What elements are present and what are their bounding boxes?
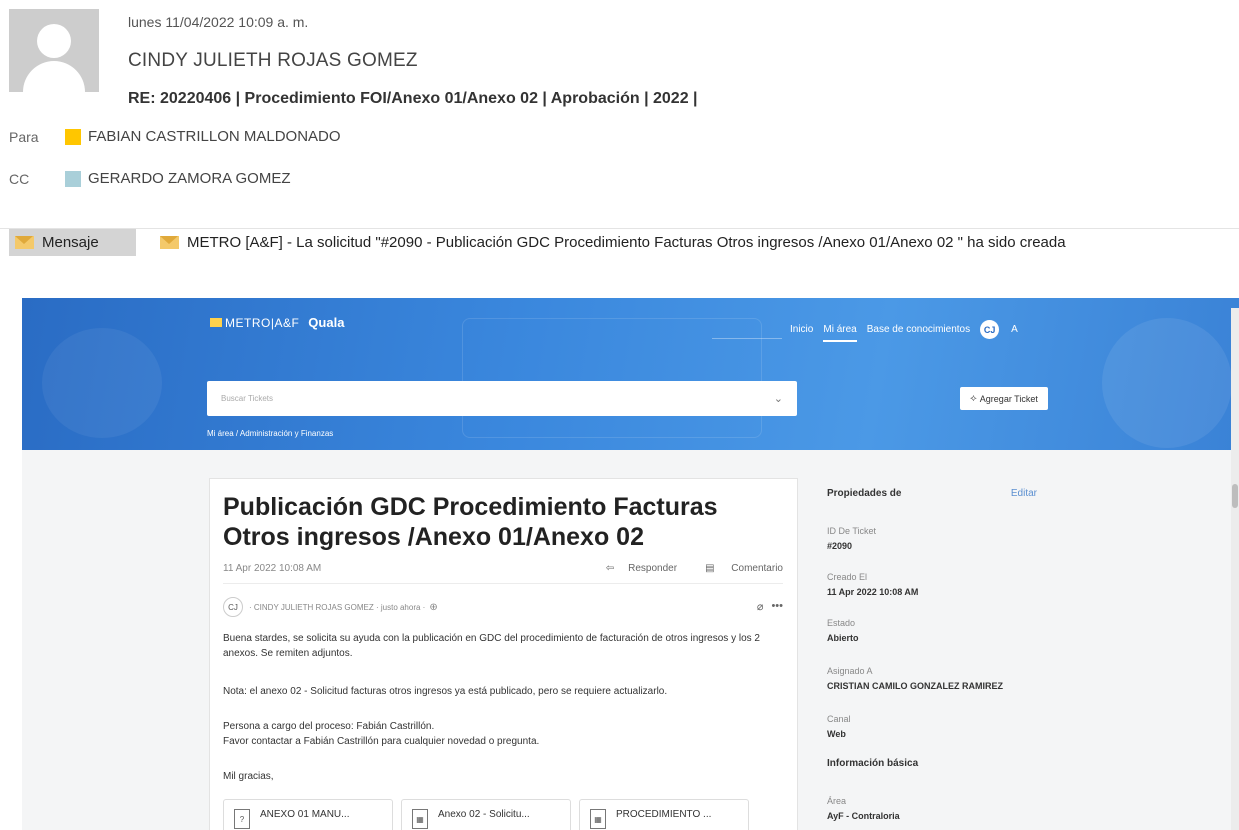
- scrollbar[interactable]: [1231, 308, 1239, 830]
- attachment-file[interactable]: ? ANEXO 01 MANU...: [223, 799, 393, 830]
- reply-label: Responder: [628, 563, 678, 574]
- nav-mi-area[interactable]: Mi área: [823, 324, 857, 342]
- logo-mark-icon: [210, 318, 222, 327]
- attachment-file[interactable]: ▦ Anexo 02 - Solicitu...: [401, 799, 571, 830]
- ticket-body-paragraph: Buena stardes, se solicita su ayuda con …: [223, 633, 760, 659]
- search-placeholder: Buscar Tickets: [221, 394, 274, 403]
- search-tickets-input[interactable]: Buscar Tickets ⌄: [207, 381, 797, 416]
- nav-base-conocimientos[interactable]: Base de conocimientos: [867, 324, 970, 335]
- ticket-date: 11 Apr 2022 10:08 AM: [223, 563, 322, 574]
- prop-area: Área AyF - Contraloria: [827, 796, 900, 821]
- ticket-card: Publicación GDC Procedimiento Facturas O…: [209, 478, 798, 830]
- prop-assigned: Asignado A CRISTIAN CAMILO GONZALEZ RAMI…: [827, 666, 1003, 691]
- prop-channel: Canal Web: [827, 714, 851, 739]
- prop-value: 11 Apr 2022 10:08 AM: [827, 587, 919, 597]
- logo-text: METRO|A&F: [225, 315, 300, 330]
- prop-key: Asignado A: [827, 666, 873, 676]
- attachment-name: ANEXO 01 MANU...: [260, 809, 350, 820]
- avatar-head-shape: [37, 24, 71, 58]
- prop-key: Creado El: [827, 572, 868, 582]
- scrollbar-thumb[interactable]: [1232, 484, 1238, 508]
- message-bar: Mensaje METRO [A&F] - La solicitud "#209…: [0, 228, 1239, 256]
- to-label: Para: [9, 128, 39, 145]
- author-avatar: CJ: [223, 597, 243, 617]
- file-icon: ▦: [412, 809, 428, 829]
- email-date: lunes 11/04/2022 10:09 a. m.: [128, 14, 309, 30]
- add-ticket-icon: ⟡: [970, 393, 977, 404]
- envelope-icon: [160, 235, 179, 249]
- email-sender[interactable]: CINDY JULIETH ROJAS GOMEZ: [128, 50, 418, 72]
- user-avatar[interactable]: CJ: [980, 320, 1000, 339]
- attachment-file[interactable]: ▦ PROCEDIMIENTO ...: [579, 799, 749, 830]
- prop-key: ID De Ticket: [827, 526, 877, 536]
- cc-presence-icon: [65, 170, 81, 187]
- breadcrumb[interactable]: Mi área / Administración y Finanzas: [207, 429, 333, 438]
- prop-key: Canal: [827, 714, 851, 724]
- globe-icon: ⊕: [429, 601, 438, 613]
- cc-row: CC GERARDO ZAMORA GOMEZ: [9, 170, 291, 187]
- more-options-icon[interactable]: •••: [771, 600, 783, 613]
- ticket-author-meta: CJ · CINDY JULIETH ROJAS GOMEZ · justo a…: [223, 597, 438, 617]
- portal-logo[interactable]: METRO|A&F Quala: [210, 315, 344, 330]
- portal-banner: METRO|A&F Quala Inicio Mi área Base de c…: [22, 298, 1239, 450]
- nav-inicio[interactable]: Inicio: [790, 324, 813, 335]
- prop-value: CRISTIAN CAMILO GONZALEZ RAMIREZ: [827, 681, 1003, 691]
- prop-ticket-id: ID De Ticket #2090: [827, 526, 876, 551]
- author-meta-text: · CINDY JULIETH ROJAS GOMEZ · justo ahor…: [249, 602, 426, 612]
- add-ticket-label: Agregar Ticket: [979, 393, 1038, 404]
- message-tab-label: Mensaje: [42, 233, 99, 251]
- prop-status: Estado Abierto: [827, 618, 859, 643]
- comment-icon: ▤: [705, 563, 718, 574]
- file-icon: ▦: [590, 809, 606, 829]
- attached-message[interactable]: METRO [A&F] - La solicitud "#2090 - Publ…: [154, 234, 1066, 251]
- ticket-body-paragraph: Nota: el anexo 02 - Solicitud facturas o…: [223, 686, 668, 697]
- section-basic-info: Información básica: [827, 758, 919, 769]
- prop-value: #2090: [827, 541, 853, 551]
- paperclip-icon[interactable]: ⌀: [757, 600, 764, 613]
- ticket-body-paragraph: Favor contactar a Fabián Castrillón para…: [223, 736, 540, 747]
- properties-header: Propiedades de Editar: [827, 488, 1037, 499]
- cc-label: CC: [9, 170, 30, 187]
- file-icon: ?: [234, 809, 250, 829]
- prop-created: Creado El 11 Apr 2022 10:08 AM: [827, 572, 918, 597]
- prop-value: Web: [827, 729, 846, 739]
- embedded-portal-screenshot: METRO|A&F Quala Inicio Mi área Base de c…: [22, 298, 1239, 830]
- properties-title: Propiedades de: [827, 488, 902, 499]
- divider: [223, 583, 783, 584]
- to-presence-icon: [65, 128, 81, 145]
- attachment-name: Anexo 02 - Solicitu...: [438, 809, 530, 820]
- ticket-meta-actions: ⌀ •••: [749, 600, 783, 613]
- properties-panel: Propiedades de Editar ID De Ticket #2090…: [827, 488, 1077, 821]
- attached-message-title: METRO [A&F] - La solicitud "#2090 - Publ…: [187, 233, 1066, 251]
- reply-button[interactable]: ⇦ Responder: [592, 563, 677, 574]
- prop-value: Abierto: [827, 633, 859, 643]
- to-recipient[interactable]: FABIAN CASTRILLON MALDONADO: [88, 128, 341, 145]
- comment-label: Comentario: [731, 563, 783, 574]
- add-ticket-button[interactable]: ⟡ Agregar Ticket: [960, 387, 1048, 410]
- email-subject: RE: 20220406 | Procedimiento FOI/Anexo 0…: [128, 90, 698, 107]
- prop-key: Estado: [827, 618, 856, 628]
- nav-extra[interactable]: A: [1011, 324, 1018, 335]
- edit-link[interactable]: Editar: [1011, 488, 1037, 499]
- ticket-actions: ⇦ Responder ▤ Comentario: [578, 563, 783, 574]
- brand-name: Quala: [308, 315, 345, 330]
- cc-recipient[interactable]: GERARDO ZAMORA GOMEZ: [88, 170, 291, 187]
- reply-icon: ⇦: [605, 563, 615, 574]
- comment-button[interactable]: ▤ Comentario: [691, 563, 783, 574]
- prop-value: AyF - Contraloria: [827, 811, 900, 821]
- attachment-name: PROCEDIMIENTO ...: [616, 809, 712, 820]
- ticket-body-paragraph: Persona a cargo del proceso: Fabián Cast…: [223, 721, 435, 732]
- to-row: Para FABIAN CASTRILLON MALDONADO: [9, 128, 341, 145]
- ticket-body-paragraph: Mil gracias,: [223, 771, 274, 782]
- ticket-title: Publicación GDC Procedimiento Facturas O…: [223, 493, 718, 551]
- envelope-icon: [15, 235, 34, 249]
- message-tab[interactable]: Mensaje: [9, 228, 136, 256]
- chevron-down-icon[interactable]: ⌄: [774, 392, 783, 405]
- attachments-list: ? ANEXO 01 MANU... ▦ Anexo 02 - Solicitu…: [223, 799, 757, 830]
- sender-avatar: [9, 9, 99, 92]
- prop-key: Área: [827, 796, 847, 806]
- avatar-body-shape: [23, 61, 85, 92]
- portal-nav: Inicio Mi área Base de conocimientos CJ …: [790, 317, 1028, 342]
